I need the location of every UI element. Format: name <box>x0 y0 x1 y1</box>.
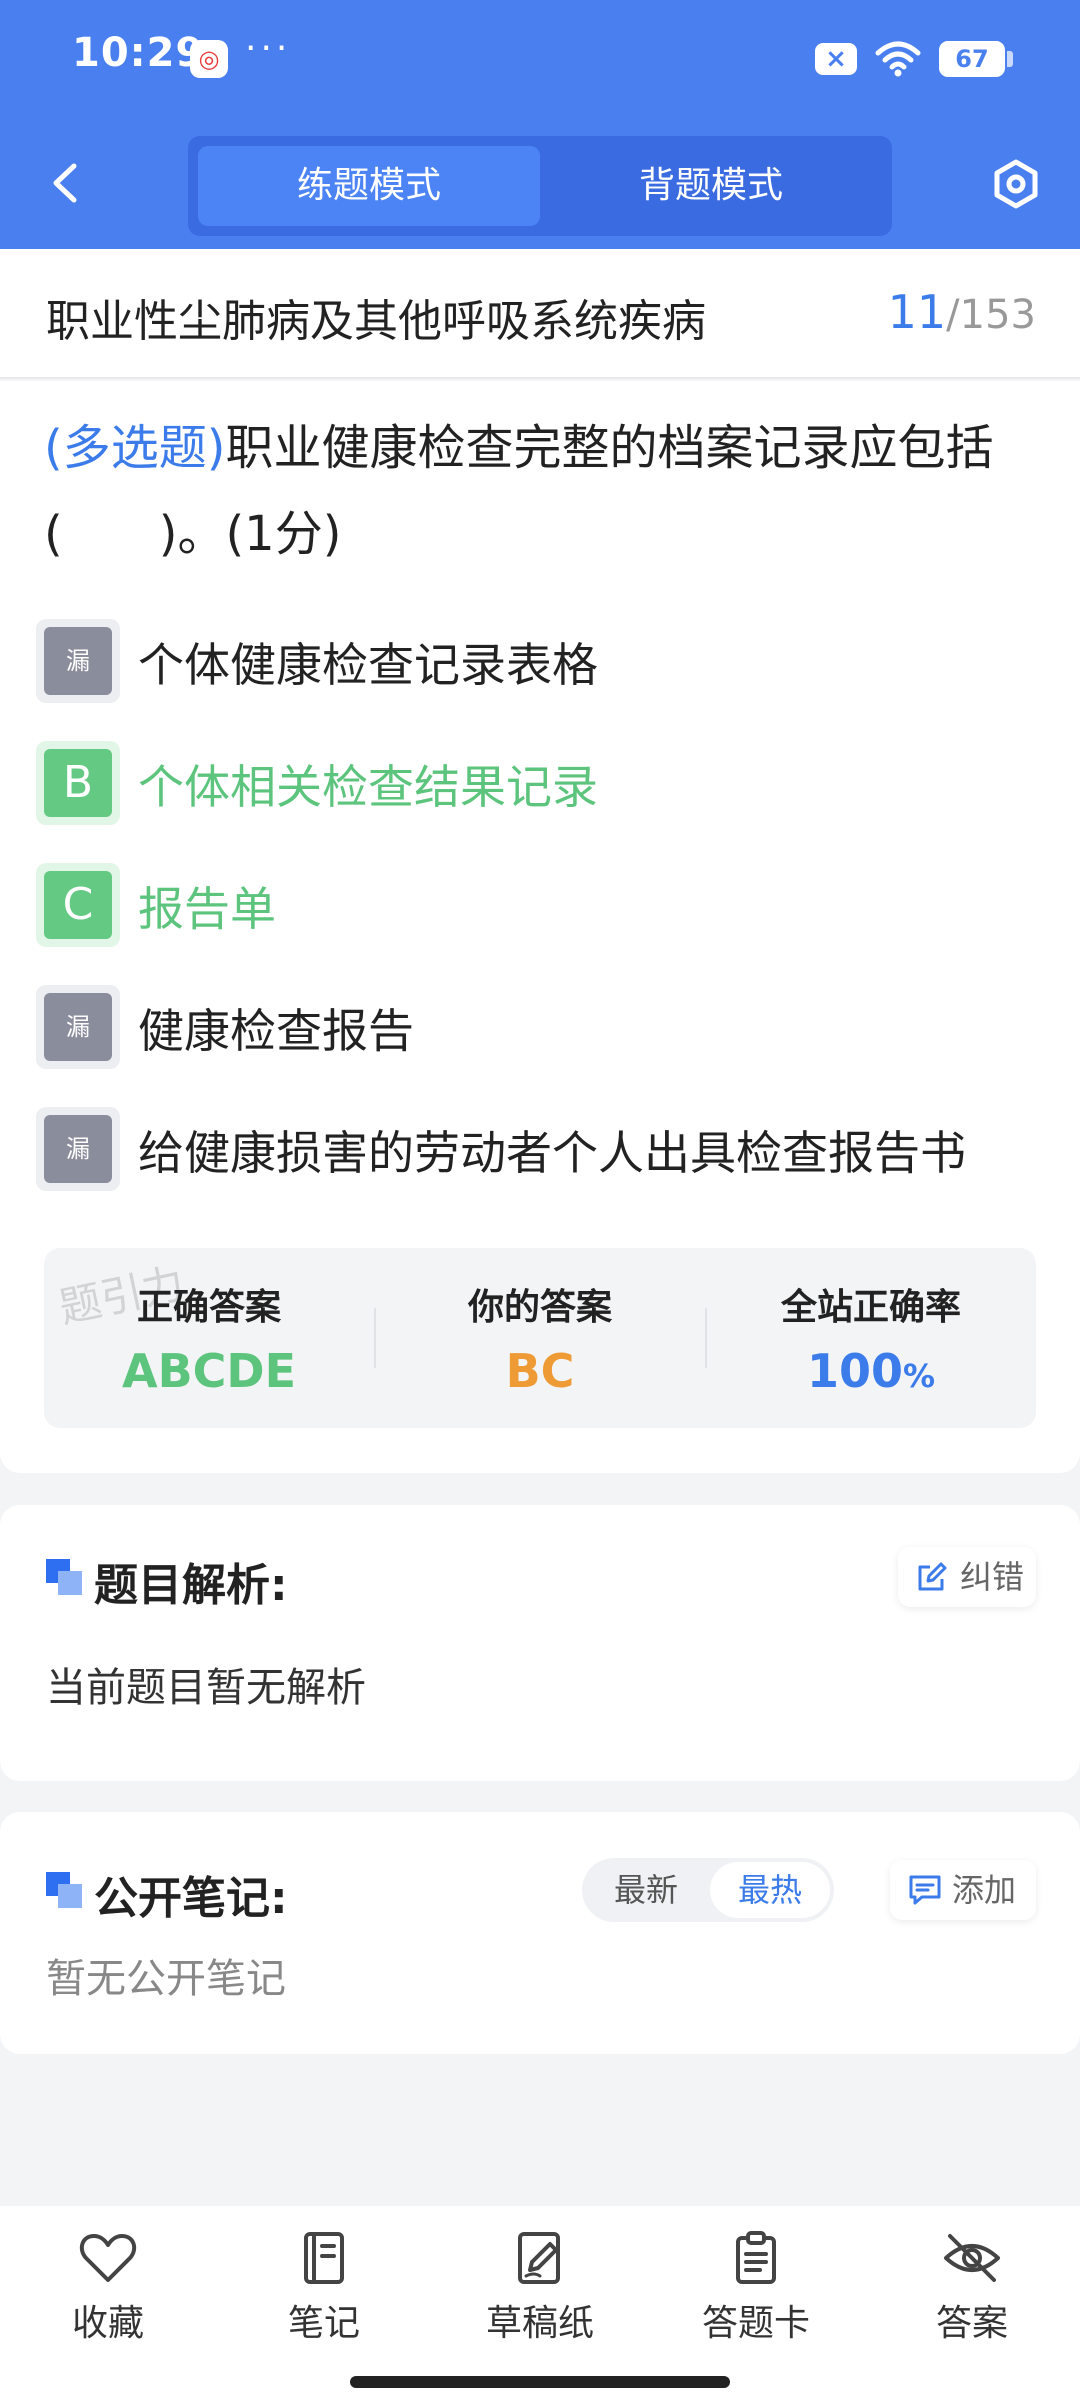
report-error-label: 纠错 <box>960 1558 1025 1596</box>
notebook-icon <box>304 2232 344 2284</box>
accuracy-label: 全站正确率 <box>780 1287 961 1328</box>
option-text: 报告单 <box>138 882 276 936</box>
add-note-label: 添加 <box>952 1871 1017 1909</box>
report-error-button[interactable]: 纠错 <box>898 1547 1036 1607</box>
eye-off-icon <box>944 2234 1000 2282</box>
tab-practice-mode[interactable]: 练题模式 <box>198 146 540 226</box>
option-text: 个体相关检查结果记录 <box>138 760 598 814</box>
answer-label: 答案 <box>935 2303 1008 2344</box>
notes-button[interactable]: 笔记 <box>224 2230 424 2360</box>
option-e[interactable]: 漏 给健康损害的劳动者个人出具检查报告书 <box>36 1101 1046 1191</box>
option-a[interactable]: 漏 个体健康检查记录表格 <box>36 613 1046 703</box>
option-text: 个体健康检查记录表格 <box>138 638 598 692</box>
question-type: (多选题) <box>44 420 226 476</box>
question-text: (多选题)职业健康检查完整的档案记录应包括( )。(1分) <box>44 405 1044 577</box>
favorite-label: 收藏 <box>71 2303 144 2344</box>
status-time: 10:29 <box>72 30 205 76</box>
battery-icon: 67 <box>939 41 1013 77</box>
analysis-card: 题目解析: 纠错 当前题目暂无解析 <box>0 1505 1080 1781</box>
chapter-title-row: 职业性尘肺病及其他呼吸系统疾病 11/153 <box>0 249 1080 379</box>
show-answer-button[interactable]: 答案 <box>872 2230 1072 2360</box>
option-badge-correct: B <box>36 741 120 825</box>
edit-icon <box>918 1562 947 1591</box>
option-badge-missed: 漏 <box>36 619 120 703</box>
option-badge-correct: C <box>36 863 120 947</box>
scratch-paper-button[interactable]: 草稿纸 <box>440 2230 640 2360</box>
option-b[interactable]: B 个体相关检查结果记录 <box>36 735 1046 825</box>
current-question-number: 11 <box>887 285 947 339</box>
clipboard-icon <box>736 2231 776 2284</box>
close-badge-icon: × <box>815 43 857 75</box>
sort-latest[interactable]: 最新 <box>586 1862 706 1918</box>
correct-answer-stat: 正确答案 ABCDE <box>44 1248 374 1428</box>
option-badge-missed: 漏 <box>36 985 120 1069</box>
answer-card-button[interactable]: 答题卡 <box>656 2230 856 2360</box>
heart-icon <box>79 2234 137 2282</box>
public-notes-card: 公开笔记: 最新 最热 添加 暂无公开笔记 <box>0 1812 1080 2054</box>
netease-music-icon: ◎ <box>190 40 228 78</box>
answer-card-label: 答题卡 <box>701 2303 810 2344</box>
bottom-toolbar: 收藏 笔记 草稿纸 答题卡 答案 <box>0 2206 1080 2400</box>
settings-hexagon-icon[interactable] <box>990 158 1042 210</box>
analysis-body: 当前题目暂无解析 <box>46 1665 366 1711</box>
sort-hot[interactable]: 最热 <box>710 1862 830 1918</box>
scratch-paper-label: 草稿纸 <box>485 2303 594 2344</box>
comment-icon <box>909 1875 941 1905</box>
your-answer-stat: 你的答案 BC <box>375 1248 705 1428</box>
more-notifications-icon: ··· <box>245 28 292 69</box>
tab-memorize-mode[interactable]: 背题模式 <box>540 146 882 226</box>
wifi-icon <box>875 41 921 77</box>
accuracy-value: 100% <box>706 1344 1036 1398</box>
notes-sort-toggle: 最新 最热 <box>582 1858 834 1922</box>
your-answer-label: 你的答案 <box>467 1287 612 1328</box>
correct-answer-value: ABCDE <box>121 1344 297 1398</box>
option-d[interactable]: 漏 健康检查报告 <box>36 979 1046 1069</box>
notes-label: 笔记 <box>287 2303 360 2344</box>
option-c[interactable]: C 报告单 <box>36 857 1046 947</box>
add-note-button[interactable]: 添加 <box>890 1860 1036 1920</box>
accuracy-number: 100 <box>806 1344 903 1398</box>
nav-bar: 练题模式 背题模式 <box>0 130 1080 240</box>
option-badge-label: B <box>44 749 112 817</box>
option-badge-missed: 漏 <box>36 1107 120 1191</box>
accuracy-stat: 全站正确率 100% <box>706 1248 1036 1428</box>
question-counter[interactable]: 11/153 <box>888 285 1036 339</box>
question-card: (多选题)职业健康检查完整的档案记录应包括( )。(1分) 漏 个体健康检查记录… <box>0 381 1080 1473</box>
answer-stats-panel: 题引力 正确答案 ABCDE 你的答案 BC 全站正确率 100% <box>44 1248 1036 1428</box>
option-text: 给健康损害的劳动者个人出具检查报告书 <box>138 1126 966 1180</box>
your-answer-value: BC <box>505 1344 575 1398</box>
scratch-pen-icon <box>518 2232 560 2284</box>
status-icons: × 67 <box>815 38 1013 80</box>
favorite-button[interactable]: 收藏 <box>8 2230 208 2360</box>
back-arrow-icon[interactable] <box>42 158 92 208</box>
chapter-title: 职业性尘肺病及其他呼吸系统疾病 <box>46 296 706 347</box>
option-text: 健康检查报告 <box>138 1004 414 1058</box>
header: 10:29 ◎ ··· × 67 练题模式 背题模式 <box>0 0 1080 249</box>
total-questions: 153 <box>959 292 1036 338</box>
notes-title: 公开笔记: <box>94 1873 288 1924</box>
option-badge-label: 漏 <box>44 1115 112 1183</box>
counter-separator: / <box>946 292 960 338</box>
home-indicator[interactable] <box>350 2376 730 2388</box>
status-bar: 10:29 ◎ ··· × 67 <box>0 0 1080 120</box>
notes-body: 暂无公开笔记 <box>46 1956 286 2002</box>
section-square-icon <box>46 1872 82 1908</box>
accuracy-unit: % <box>902 1357 936 1395</box>
correct-answer-label: 正确答案 <box>136 1287 281 1328</box>
option-badge-label: 漏 <box>44 993 112 1061</box>
mode-switch: 练题模式 背题模式 <box>188 136 892 236</box>
analysis-title: 题目解析: <box>94 1560 288 1611</box>
option-badge-label: 漏 <box>44 627 112 695</box>
option-badge-label: C <box>44 871 112 939</box>
section-square-icon <box>46 1559 82 1595</box>
